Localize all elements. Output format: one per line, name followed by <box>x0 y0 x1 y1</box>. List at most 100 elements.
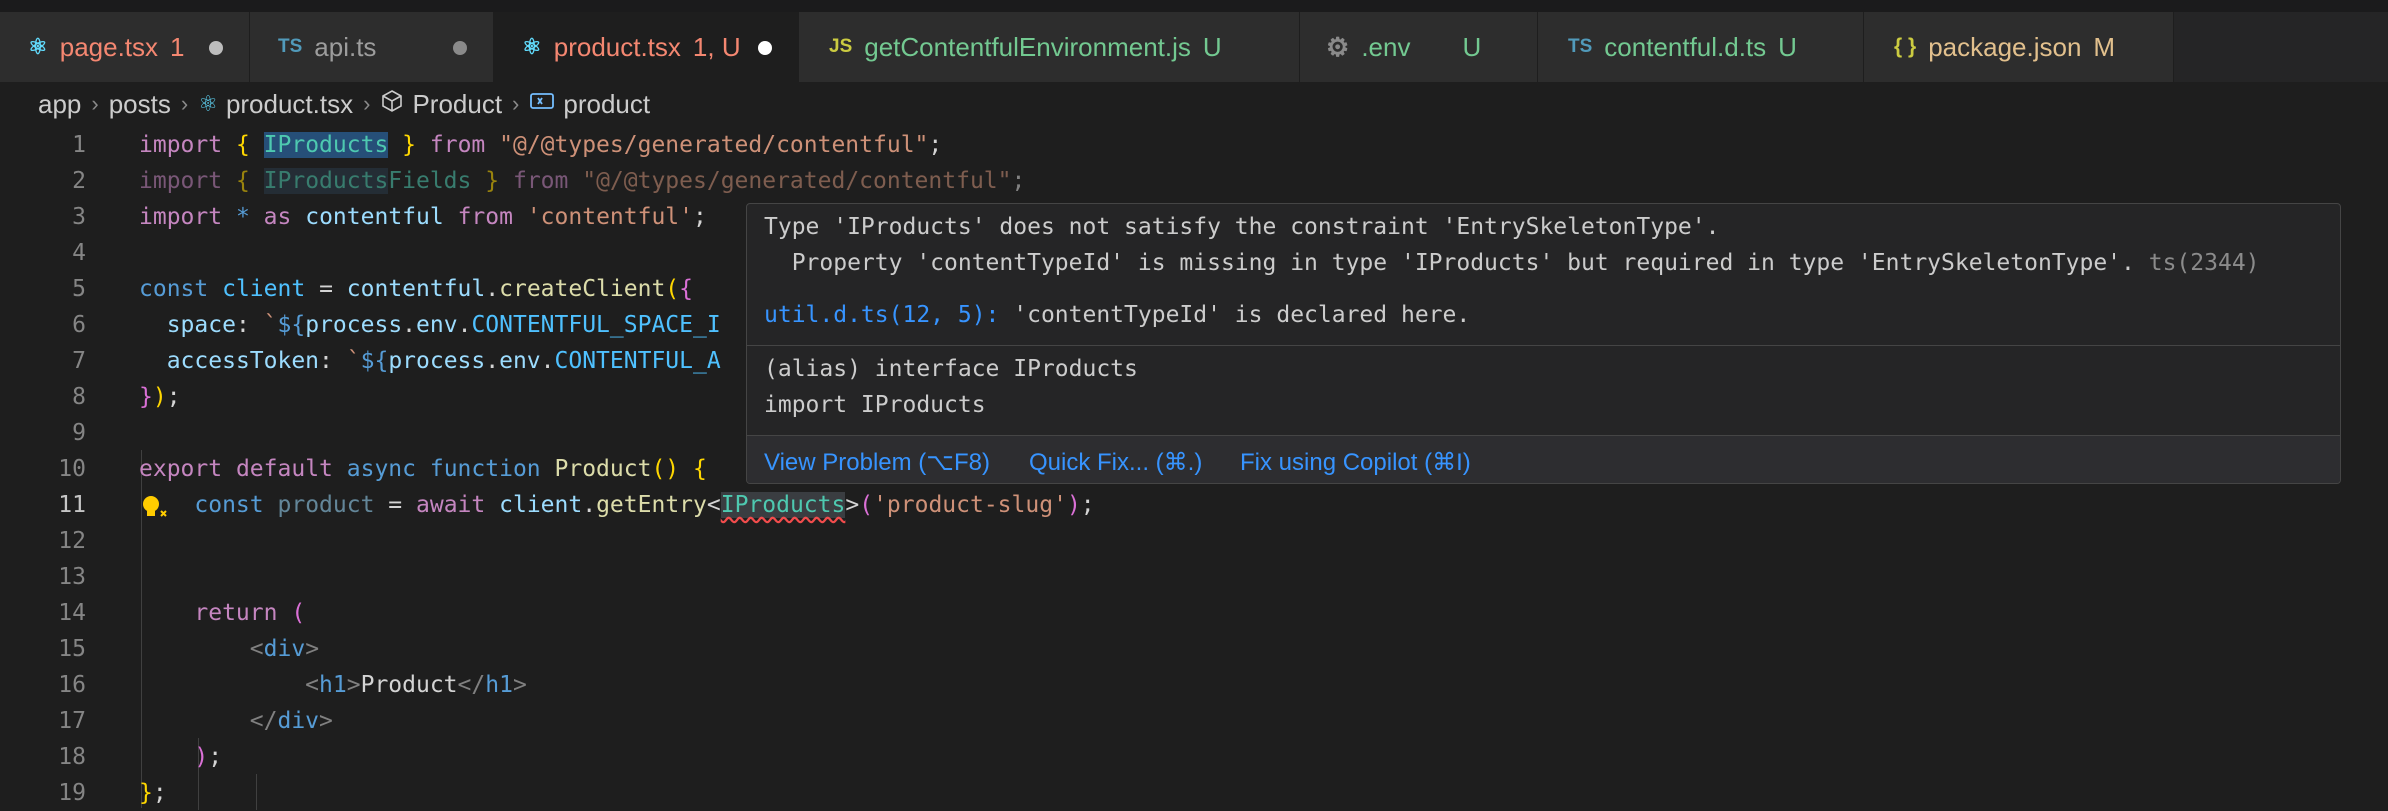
editor-tab-bar: ⚛ page.tsx 1 TS api.ts ⚛ product.tsx 1, … <box>0 12 2388 82</box>
tab-label: contentful.d.ts <box>1604 31 1767 62</box>
code-text: ); <box>194 744 223 770</box>
breadcrumb-item-file[interactable]: product.tsx <box>226 89 353 120</box>
code-line: 16 <h1>Product</h1> <box>0 667 2388 703</box>
line-number: 17 <box>58 708 86 734</box>
hover-error-detail-text: Property 'contentTypeId' is missing in t… <box>764 250 2135 276</box>
tab-label: page.tsx <box>59 31 159 62</box>
code-text: accessToken: `${process.env.CONTENTFUL_A <box>166 348 721 374</box>
line-number: 16 <box>58 672 86 698</box>
breadcrumb-item-variable[interactable]: product <box>563 89 650 120</box>
line-number: 13 <box>58 564 86 590</box>
tab-contentful-d-ts[interactable]: TS contentful.d.ts U <box>1538 12 1864 82</box>
breadcrumb: app › posts › ⚛ product.tsx › Product › … <box>0 82 2388 126</box>
tab-status: 1 <box>170 31 185 62</box>
code-text: <h1>Product</h1> <box>305 672 527 698</box>
tab-status: M <box>2093 31 2116 62</box>
unsaved-dot-icon[interactable] <box>758 41 772 55</box>
related-info-text: 'contentTypeId' is declared here. <box>999 302 1471 328</box>
hover-divider <box>747 345 2340 346</box>
code-line: 17 </div> <box>0 703 2388 739</box>
code-text: </div> <box>249 708 333 734</box>
line-number: 7 <box>72 348 86 374</box>
typescript-icon: TS <box>1568 36 1593 57</box>
line-number: 8 <box>72 384 86 410</box>
code-line: 12 <box>0 523 2388 559</box>
javascript-icon: JS <box>829 36 853 57</box>
hover-related-info: util.d.ts(12, 5): 'contentTypeId' is dec… <box>764 302 1470 328</box>
code-text: return ( <box>194 600 306 626</box>
hover-error-detail: Property 'contentTypeId' is missing in t… <box>764 250 2260 276</box>
error-hover-popup: Type 'IProducts' does not satisfy the co… <box>746 203 2341 484</box>
json-icon: { } <box>1894 35 1917 58</box>
code-text: import * as contentful from 'contentful'… <box>139 204 707 230</box>
title-strip <box>0 0 2388 12</box>
hover-alias-line: (alias) interface IProducts <box>764 356 1138 382</box>
hover-import-line: import IProducts <box>764 392 986 418</box>
tab-label: getContentfulEnvironment.js <box>864 31 1191 62</box>
gear-icon: ⚙ <box>1326 31 1350 62</box>
code-line: 18 ); <box>0 739 2388 775</box>
typescript-icon: TS <box>278 36 303 57</box>
line-number: 3 <box>72 204 86 230</box>
breadcrumb-item-symbol[interactable]: Product <box>412 89 502 120</box>
chevron-right-icon: › <box>363 91 371 116</box>
tab-label: .env <box>1361 31 1411 62</box>
tab-status: U <box>1202 31 1222 62</box>
error-squiggle[interactable]: IProducts <box>720 492 846 518</box>
line-number: 14 <box>58 600 86 626</box>
code-text: import { IProducts } from "@/@types/gene… <box>139 132 943 158</box>
line-number: 1 <box>72 132 86 158</box>
unsaved-dot-icon[interactable] <box>209 41 223 55</box>
view-problem-button[interactable]: View Problem (⌥F8) <box>764 448 990 477</box>
code-text: export default async function Product() … <box>139 456 707 482</box>
tab-page-tsx[interactable]: ⚛ page.tsx 1 <box>0 12 250 82</box>
fix-using-copilot-button[interactable]: Fix using Copilot (⌘I) <box>1240 448 1471 477</box>
tab-status: U <box>1462 31 1482 62</box>
chevron-right-icon: › <box>180 91 189 116</box>
code-text: space: `${process.env.CONTENTFUL_SPACE_I <box>166 312 721 338</box>
tab-api-ts[interactable]: TS api.ts <box>250 12 494 82</box>
tab-env[interactable]: ⚙ .env U <box>1300 12 1538 82</box>
tab-status: U <box>1778 31 1797 62</box>
error-code: ts(2344) <box>2148 250 2260 276</box>
line-number: 2 <box>72 168 86 194</box>
react-icon: ⚛ <box>522 34 542 59</box>
code-text: const product = await client.getEntry<IP… <box>194 492 1095 518</box>
code-line: 14 return ( <box>0 595 2388 631</box>
code-line: 2 import { IProductsFields } from "@/@ty… <box>0 163 2388 199</box>
chevron-right-icon: › <box>91 91 99 116</box>
line-number: 12 <box>58 528 86 554</box>
hover-error-message: Type 'IProducts' does not satisfy the co… <box>764 214 1720 240</box>
react-icon: ⚛ <box>28 34 48 59</box>
line-number: 19 <box>58 780 86 806</box>
line-number: 9 <box>72 420 86 446</box>
tab-label: package.json <box>1928 31 2082 62</box>
line-number: 6 <box>72 312 86 338</box>
line-number: 4 <box>72 240 86 266</box>
tab-label: product.tsx <box>553 31 681 62</box>
line-number: 15 <box>58 636 86 662</box>
breadcrumb-item-app[interactable]: app <box>38 89 81 120</box>
quick-fix-button[interactable]: Quick Fix... (⌘.) <box>1029 448 1202 477</box>
tab-package-json[interactable]: { } package.json M <box>1864 12 2174 82</box>
line-number: 10 <box>58 456 86 482</box>
code-text: import { IProductsFields } from "@/@type… <box>139 168 1026 194</box>
related-location-link[interactable]: util.d.ts(12, 5): <box>764 302 999 328</box>
tab-status: 1, U <box>692 31 741 62</box>
code-line-current: 11 const product = await client.getEntry… <box>0 487 2388 523</box>
tab-product-tsx[interactable]: ⚛ product.tsx 1, U <box>494 12 799 82</box>
chevron-right-icon: › <box>512 91 520 116</box>
code-text: const client = contentful.createClient({ <box>139 276 694 302</box>
code-text: }); <box>139 384 181 410</box>
variable-icon <box>529 90 555 118</box>
unsaved-dot-icon[interactable] <box>453 41 467 55</box>
code-text: }; <box>139 780 167 806</box>
line-number: 5 <box>72 276 86 302</box>
line-number: 18 <box>58 744 86 770</box>
code-text: <div> <box>249 636 320 662</box>
code-line: 15 <div> <box>0 631 2388 667</box>
react-icon: ⚛ <box>198 91 218 116</box>
line-number: 11 <box>58 492 86 518</box>
breadcrumb-item-posts[interactable]: posts <box>109 89 171 120</box>
tab-getcontentfulenvironment-js[interactable]: JS getContentfulEnvironment.js U <box>799 12 1300 82</box>
